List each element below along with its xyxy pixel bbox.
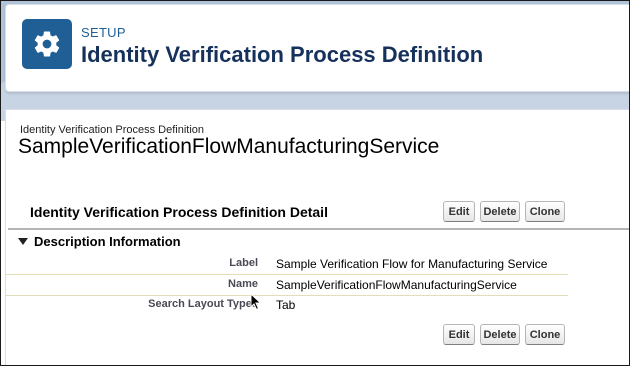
- field-value: SampleVerificationFlowManufacturingServi…: [276, 278, 517, 292]
- record-name: SampleVerificationFlowManufacturingServi…: [18, 135, 440, 158]
- field-label: Label: [229, 257, 258, 269]
- bottom-button-row: Edit Delete Clone: [443, 324, 565, 345]
- field-row-name: Name SampleVerificationFlowManufacturing…: [6, 274, 568, 296]
- triangle-down-icon: [18, 237, 28, 245]
- page-header: SETUP Identity Verification Process Defi…: [5, 4, 629, 92]
- field-row-search-layout-types: Search Layout Types Tab: [6, 295, 568, 315]
- clone-button[interactable]: Clone: [525, 201, 565, 222]
- detail-section-title: Identity Verification Process Definition…: [30, 204, 328, 220]
- page-title: Identity Verification Process Definition: [81, 42, 484, 67]
- record-detail-card: Identity Verification Process Definition…: [5, 109, 629, 365]
- edit-button[interactable]: Edit: [443, 201, 475, 222]
- field-label: Search Layout Types: [148, 298, 258, 310]
- field-value: Tab: [276, 298, 296, 312]
- gear-icon: [22, 19, 72, 69]
- setup-label: SETUP: [81, 25, 126, 40]
- mouse-cursor-icon: [250, 293, 262, 311]
- edit-button[interactable]: Edit: [443, 324, 475, 345]
- delete-button[interactable]: Delete: [480, 324, 520, 345]
- top-button-row: Edit Delete Clone: [443, 201, 565, 222]
- field-label: Name: [228, 278, 258, 290]
- delete-button[interactable]: Delete: [480, 201, 520, 222]
- window-frame: SETUP Identity Verification Process Defi…: [0, 0, 630, 366]
- clone-button[interactable]: Clone: [525, 324, 565, 345]
- section-label: Description Information: [34, 233, 181, 249]
- description-section-toggle[interactable]: Description Information: [8, 228, 629, 252]
- field-value: Sample Verification Flow for Manufacturi…: [276, 257, 548, 271]
- field-row-label: Label Sample Verification Flow for Manuf…: [6, 254, 568, 274]
